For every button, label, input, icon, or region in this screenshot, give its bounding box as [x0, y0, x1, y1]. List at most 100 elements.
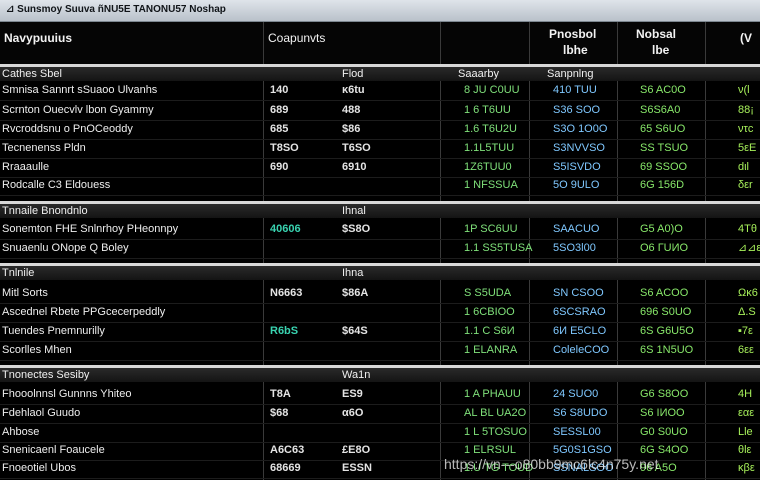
row-value-b: £E8O	[342, 444, 371, 456]
row-value-c: 1.1 SS5TUSA	[464, 242, 533, 254]
table-row[interactable]: Tecnenenss Pldn T8SO T6SO 1.1L5TUU S3NVV…	[0, 139, 760, 159]
row-value-f: εαε	[738, 407, 755, 419]
row-value-e: 6S G6U5O	[640, 325, 694, 337]
row-value-f: Ωκ6	[738, 287, 758, 299]
row-value-e: S6S6A0	[640, 104, 681, 116]
row-value-c: 1Z6TUU0	[464, 161, 512, 173]
row-value-b: $86	[342, 123, 361, 135]
table-row[interactable]: Rvcroddsnu o PnOCeoddy 685 $86 1.6 T6U2U…	[0, 120, 760, 140]
table-row[interactable]: Rodcalle C3 Eldouess 1 NFSSUA 5O 9ULO 6G…	[0, 176, 760, 196]
table-row[interactable]: Rraaaulle 690 6910 1Z6TUU0 S5ISVDO 69 SS…	[0, 158, 760, 178]
row-value-e: 65 S6UO	[640, 123, 686, 135]
section-col-label: Saaarby	[458, 68, 499, 80]
row-value-c: 1 L 5TOSUO	[464, 426, 527, 438]
row-name: Rodcalle C3 Eldouess	[2, 179, 111, 191]
row-value-a: N6663	[270, 287, 303, 299]
header-col-components[interactable]: Coapunvts	[268, 32, 325, 44]
section-label: Cathes Sbel	[2, 68, 62, 80]
table-row[interactable]: Fhooolnnsl Gunnns Yhiteo T8A ES9 1 A PHA…	[0, 385, 760, 405]
table-row[interactable]: Mitl Sorts N6663 $86A S S5UDA SN CSOO S6…	[0, 284, 760, 304]
row-name: Mitl Sorts	[2, 287, 48, 299]
row-name: Rvcroddsnu o PnOCeoddy	[2, 123, 133, 135]
header-col-name[interactable]: Navypuuius	[4, 32, 72, 44]
row-value-c: S S5UDA	[464, 287, 512, 299]
table-row[interactable]: Scorlles Mhen 1 ELANRA ColeleCOO 6S 1N5U…	[0, 341, 760, 361]
row-value-a: 685	[270, 123, 289, 135]
section-header[interactable]: Tnlnile Ihna	[0, 263, 760, 280]
row-value-b: $86A	[342, 287, 369, 299]
row-value-c: 1.1 C S6И	[464, 325, 515, 337]
table-row[interactable]: Tuendes Pnemnurilly R6bS $64S 1.1 C S6И …	[0, 322, 760, 342]
window-titlebar: ⊿ Sunsmoy Suuva ñNU5E TANONU57 Noshap	[0, 0, 760, 22]
row-value-e: SS TSUO	[640, 142, 689, 154]
row-value-d: S6 S8UDO	[553, 407, 608, 419]
row-value-f: ν(l	[738, 84, 750, 96]
header-col-f[interactable]: (V	[740, 32, 752, 44]
row-value-b: ES9	[342, 388, 363, 400]
row-value-d: S3NVVSO	[553, 142, 605, 154]
window-title: ⊿ Sunsmoy Suuva ñNU5E TANONU57 Noshap	[6, 4, 226, 15]
row-value-c: 1 ELANRA	[464, 344, 518, 356]
row-value-e: S6 AC0O	[640, 84, 686, 96]
row-value-f: dιl	[738, 161, 750, 173]
table-row[interactable]: Ahbose 1 L 5TOSUO SESSL00 G0 S0UO Llе	[0, 423, 760, 443]
section-header[interactable]: Tnonectes Sesiby Wa1n	[0, 365, 760, 382]
row-value-f: Δ.S	[738, 306, 756, 318]
header-col-e-line2[interactable]: lbe	[652, 44, 669, 56]
row-value-f: ντc	[738, 123, 754, 135]
section-col-label: Sanpnlng	[547, 68, 594, 80]
row-value-f: θlε	[738, 444, 752, 456]
section-header[interactable]: Tnnaile Bnondnlo Ihnal	[0, 201, 760, 218]
row-value-c: 1 ELRSUL	[464, 444, 516, 456]
row-value-e: 696 S0UO	[640, 306, 692, 318]
table-row[interactable]: Fdehlaol Guudo $68 α6O AL BL UA2O S6 S8U…	[0, 404, 760, 424]
row-value-a: 140	[270, 84, 289, 96]
table-row[interactable]: Sonemton FHE Snlnrhoy PHeonnpy 40606 $S8…	[0, 220, 760, 240]
row-value-b: κ6tu	[342, 84, 365, 96]
row-name: Tuendes Pnemnurilly	[2, 325, 105, 337]
row-value-d: 5O 9ULO	[553, 179, 600, 191]
section-label: Tnnaile Bnondnlo	[2, 205, 88, 217]
row-value-f: δεr	[738, 179, 753, 191]
row-value-f: Llе	[738, 426, 753, 438]
row-value-a: $68	[270, 407, 289, 419]
row-value-d: SAACUO	[553, 223, 600, 235]
watermark-text: https://vn---o80bb9mc6lc4n75y.net	[444, 456, 659, 472]
row-value-d: SESSL00	[553, 426, 601, 438]
table-row[interactable]: Scrnton Ouecvlv lbon Gyammy 689 488 1 6 …	[0, 101, 760, 121]
row-name: Ahbose	[2, 426, 40, 438]
table-row[interactable]: Ascednel Rbete PPGcecerpeddly 1 6CBIOO 6…	[0, 303, 760, 323]
table-row[interactable]: Snuaenlu ONope Q Boley 1.1 SS5TUSA 5SO3l…	[0, 239, 760, 259]
row-value-e: S6 IИOO	[640, 407, 685, 419]
header-col-d-line2[interactable]: lbhe	[563, 44, 588, 56]
header-col-d-line1[interactable]: Pnosbol	[549, 28, 596, 40]
row-value-e: S6 ACOO	[640, 287, 689, 299]
section-header[interactable]: Cathes Sbel Flod Saaarby Sanpnlng	[0, 64, 760, 81]
row-value-b: α6O	[342, 407, 364, 419]
row-value-a: 40606	[270, 223, 301, 235]
row-name: Fdehlaol Guudo	[2, 407, 81, 419]
row-value-c: 1P SC6UU	[464, 223, 518, 235]
row-value-a: 690	[270, 161, 289, 173]
row-name: Smnisa Sannrt sSuaoo Ulvanhs	[2, 84, 158, 96]
row-value-c: 1.1L5TUU	[464, 142, 515, 154]
section-col-label: Ihna	[342, 267, 364, 279]
row-value-c: 1 A PHAUU	[464, 388, 521, 400]
row-value-e: G5 A0)O	[640, 223, 683, 235]
table-row[interactable]: Smnisa Sannrt sSuaoo Ulvanhs 140 κ6tu 8 …	[0, 81, 760, 101]
row-value-d: ColeleCOO	[553, 344, 610, 356]
header-col-e-line1[interactable]: Nobsal	[636, 28, 676, 40]
row-value-a: 68669	[270, 462, 301, 474]
row-value-f: κβε	[738, 462, 755, 474]
row-name: Fhooolnnsl Gunnns Yhiteo	[2, 388, 132, 400]
row-value-b: $S8O	[342, 223, 371, 235]
row-value-c: 1 6CBIOO	[464, 306, 515, 318]
row-name: Fnoeotiel Ubos	[2, 462, 76, 474]
row-value-a: A6C63	[270, 444, 305, 456]
row-value-f: ⊿⊿ε	[738, 242, 760, 254]
row-value-d: 5G0S1GSO	[553, 444, 612, 456]
section-label: Tnonectes Sesiby	[2, 369, 90, 381]
row-value-b: ESSN	[342, 462, 372, 474]
row-value-c: 1 6 T6UU	[464, 104, 511, 116]
row-value-c: 8 JU C0UU	[464, 84, 520, 96]
